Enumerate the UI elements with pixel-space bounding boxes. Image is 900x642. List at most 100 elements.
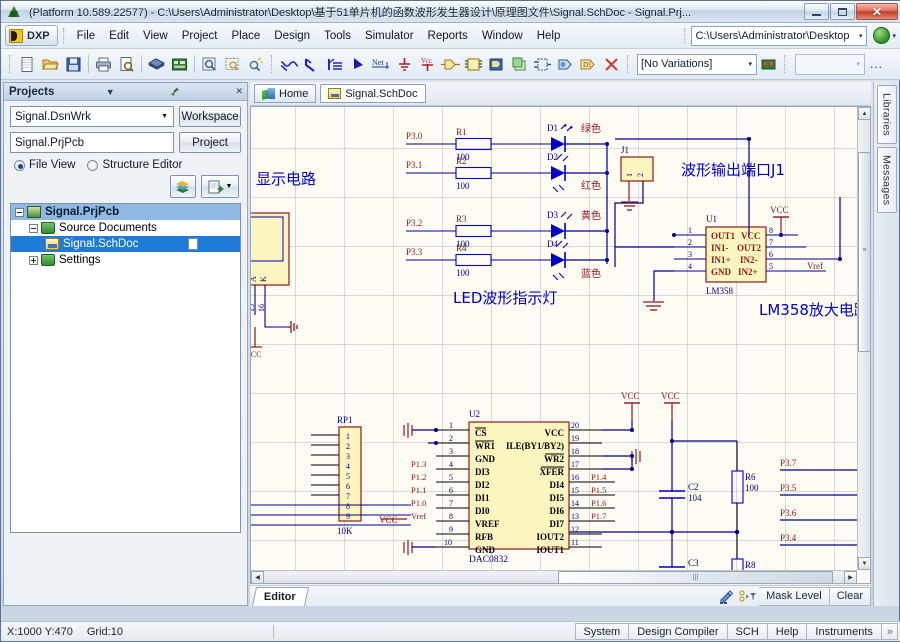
place-sheet-entry-icon[interactable] [485, 53, 508, 76]
menu-item-window[interactable]: Window [475, 27, 530, 45]
place-line-icon[interactable] [347, 53, 370, 76]
dxp-menu-button[interactable]: DXP [5, 25, 58, 46]
toolbar-grip-3[interactable] [627, 55, 630, 73]
toolbar-overflow-button[interactable]: ... [870, 57, 883, 71]
svg-text:2: 2 [346, 442, 350, 451]
minimize-button[interactable] [804, 3, 829, 20]
place-part-icon[interactable] [439, 53, 462, 76]
zoom-cursor-icon[interactable] [244, 53, 267, 76]
canvas-horizontal-scrollbar[interactable]: ◀ ||| ▶ [251, 570, 857, 583]
save-icon[interactable] [62, 53, 85, 76]
pin-icon[interactable] [166, 86, 184, 98]
zoom-selection-icon[interactable] [221, 53, 244, 76]
canvas-vertical-scrollbar[interactable]: ▲ ≡ ▼ [857, 107, 870, 570]
highlight-pen-icon[interactable] [715, 587, 737, 606]
expander-minus-source[interactable] [29, 224, 38, 233]
menu-item-edit[interactable]: Edit [102, 27, 136, 45]
scroll-down-arrow[interactable]: ▼ [858, 557, 871, 570]
menu-item-simulator[interactable]: Simulator [358, 27, 421, 45]
project-field[interactable]: Signal.PrjPcb [10, 132, 174, 153]
tree-node-source-documents[interactable]: Source Documents [11, 220, 240, 236]
navigate-icon[interactable] [873, 27, 890, 44]
place-designator-icon[interactable]: D1 [577, 53, 600, 76]
place-sheet-symbol-icon[interactable] [462, 53, 485, 76]
tree-node-project[interactable]: Signal.PrjPcb [11, 204, 240, 220]
menu-item-design[interactable]: Design [267, 27, 317, 45]
tree-node-signal-schdoc[interactable]: Signal.SchDoc [11, 236, 240, 252]
cross-delete-icon[interactable] [600, 53, 623, 76]
scroll-left-arrow[interactable]: ◀ [251, 571, 264, 584]
board-3d-icon[interactable] [145, 53, 168, 76]
chevron-down-icon-blank[interactable]: ▾ [852, 60, 864, 68]
schematic-canvas[interactable]: D4 D5 D6 D7 A K 11 12 13 14 15 [251, 107, 857, 570]
scroll-up-arrow[interactable]: ▲ [858, 107, 871, 120]
vertical-scroll-thumb[interactable]: ≡ [858, 152, 871, 352]
print-preview-icon[interactable] [115, 53, 138, 76]
mask-level-button[interactable]: Mask Level [759, 587, 830, 606]
toolbar-grip-2[interactable] [271, 55, 274, 73]
menu-item-reports[interactable]: Reports [421, 27, 475, 45]
chevron-down-icon-workspace[interactable]: ▼ [156, 113, 173, 120]
place-gnd-icon[interactable] [393, 53, 416, 76]
dock-tab-libraries[interactable]: Libraries [877, 85, 897, 144]
scroll-right-arrow[interactable]: ▶ [844, 571, 857, 584]
tab-signal-schdoc[interactable]: Signal.SchDoc [320, 84, 425, 103]
chevron-down-icon-panel[interactable]: ▼ [102, 87, 119, 97]
place-bus-icon[interactable] [301, 53, 324, 76]
chevron-down-icon[interactable]: ▾ [855, 32, 867, 40]
dock-tab-messages[interactable]: Messages [877, 147, 897, 213]
editor-tab[interactable]: Editor [252, 587, 309, 606]
workspace-combo[interactable]: Signal.DsnWrk ▼ [10, 106, 174, 127]
chevron-down-icon-open[interactable]: ▼ [226, 183, 233, 190]
chevron-down-icon-nav[interactable]: ▾ [892, 32, 896, 40]
radio-structure-editor[interactable]: Structure Editor [87, 159, 182, 171]
project-tree[interactable]: Signal.PrjPcb Source Documents Signal.Sc… [10, 203, 241, 533]
status-more-button[interactable]: » [882, 623, 898, 640]
chevron-down-icon-variations[interactable]: ▾ [744, 60, 756, 68]
tab-home[interactable]: Home [254, 84, 316, 103]
variant-board-icon[interactable] [757, 53, 780, 76]
menu-item-place[interactable]: Place [225, 27, 268, 45]
place-vcc-icon[interactable]: Vcc [416, 53, 439, 76]
place-net-label-icon[interactable]: Net [370, 53, 393, 76]
place-device-sheet-icon[interactable] [508, 53, 531, 76]
close-button[interactable]: ✕ [856, 3, 898, 20]
path-combo[interactable]: C:\Users\Administrator\Desktop ▾ [691, 26, 867, 46]
expander-plus-settings[interactable] [29, 256, 38, 265]
compile-icon[interactable] [170, 175, 196, 198]
instruments-button[interactable]: Instruments [807, 623, 881, 640]
menu-item-tools[interactable]: Tools [317, 27, 358, 45]
toolbar-grip-4[interactable] [784, 55, 787, 73]
zoom-area-icon[interactable] [198, 53, 221, 76]
help-button[interactable]: Help [768, 623, 808, 640]
menu-item-help[interactable]: Help [530, 27, 568, 45]
menu-item-project[interactable]: Project [175, 27, 225, 45]
toolbar-grip[interactable] [9, 55, 12, 73]
close-icon-panel[interactable]: ✕ [231, 86, 247, 97]
pcb-board-icon[interactable] [168, 53, 191, 76]
new-document-icon[interactable] [16, 53, 39, 76]
blank-combo[interactable]: ▾ [795, 54, 865, 75]
place-wire-icon[interactable] [278, 53, 301, 76]
maximize-button[interactable] [830, 3, 855, 20]
project-button[interactable]: Project [179, 132, 241, 153]
print-icon[interactable] [92, 53, 115, 76]
system-button[interactable]: System [575, 623, 630, 640]
variations-combo[interactable]: [No Variations] ▾ [637, 54, 757, 75]
radio-file-view[interactable]: File View [14, 159, 75, 171]
place-harness-icon[interactable] [531, 53, 554, 76]
design-compiler-button[interactable]: Design Compiler [629, 623, 727, 640]
expander-minus-project[interactable] [15, 208, 24, 217]
menu-item-view[interactable]: View [136, 27, 175, 45]
place-bus-entry-icon[interactable] [324, 53, 347, 76]
clear-button[interactable]: Clear [830, 587, 871, 606]
menu-item-file[interactable]: File [70, 27, 103, 45]
workspace-button[interactable]: Workspace [179, 106, 241, 127]
horizontal-scroll-thumb[interactable]: ||| [558, 571, 833, 584]
open-document-button[interactable]: ▼ [201, 175, 239, 198]
tree-node-settings[interactable]: Settings [11, 252, 240, 268]
sch-button[interactable]: SCH [728, 623, 768, 640]
open-folder-icon[interactable] [39, 53, 62, 76]
place-port-icon[interactable] [554, 53, 577, 76]
filter-icon[interactable] [737, 587, 759, 606]
